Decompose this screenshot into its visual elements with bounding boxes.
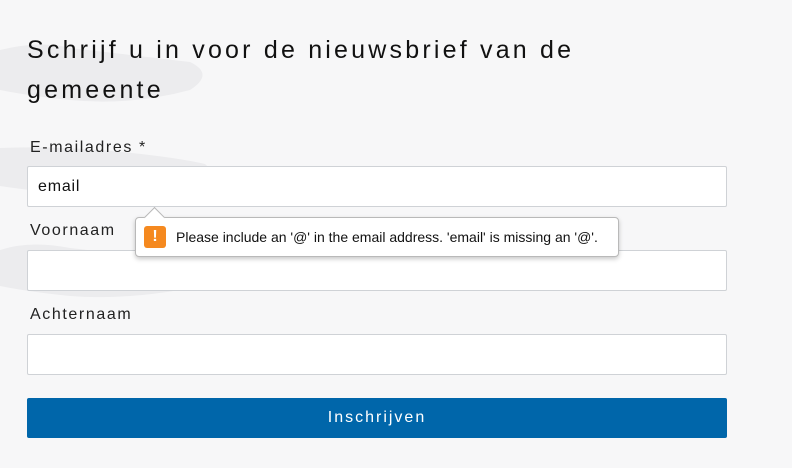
warning-icon: ! xyxy=(144,226,166,248)
required-marker: * xyxy=(138,139,147,156)
last-name-input[interactable] xyxy=(27,334,727,375)
validation-message: Please include an '@' in the email addre… xyxy=(176,229,598,245)
subscribe-button[interactable]: Inschrijven xyxy=(27,398,727,438)
email-label: E-mailadres * xyxy=(27,138,727,158)
last-name-label: Achternaam xyxy=(30,306,133,323)
validation-tooltip: ! Please include an '@' in the email add… xyxy=(135,206,619,257)
email-input[interactable]: email xyxy=(27,166,727,207)
email-label-text: E-mailadres xyxy=(30,139,133,156)
form-title: Schrijf u in voor de nieuwsbrief van de … xyxy=(27,36,575,104)
